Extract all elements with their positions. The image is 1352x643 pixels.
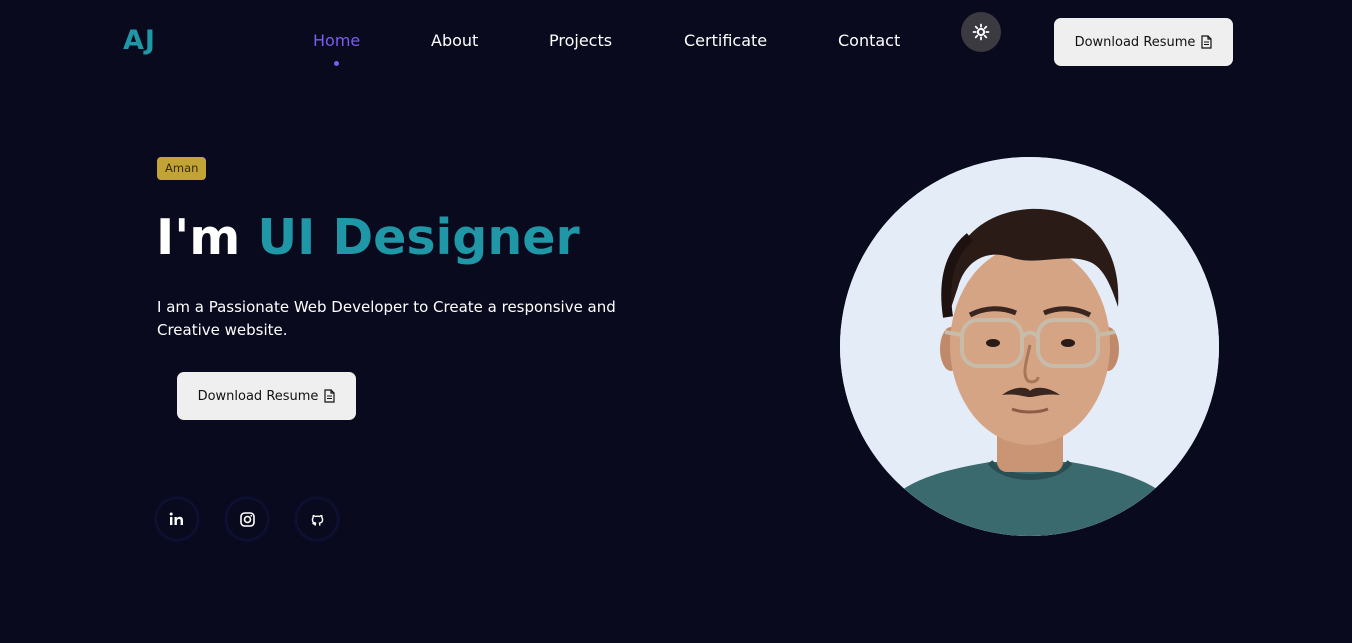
document-icon — [1201, 35, 1213, 49]
active-nav-indicator — [334, 61, 339, 66]
hero-intro-text: I am a Passionate Web Developer to Creat… — [157, 298, 616, 339]
hero-download-label: Download Resume — [197, 388, 319, 404]
github-link[interactable] — [297, 499, 337, 539]
hero-headline: I'm UI Designer — [156, 208, 580, 268]
header-download-label: Download Resume — [1074, 34, 1196, 50]
instagram-icon — [239, 511, 255, 527]
name-badge: Aman — [157, 157, 207, 180]
theme-toggle-button[interactable] — [961, 12, 1001, 52]
headline-prefix: I'm — [156, 209, 241, 266]
header-download-resume-button[interactable]: Download Resume — [1054, 18, 1233, 66]
github-icon — [311, 514, 323, 526]
instagram-link[interactable] — [227, 499, 267, 539]
hero-download-resume-button[interactable]: Download Resume — [177, 372, 356, 420]
portfolio-page: AJ Home About Projects Certificate Conta… — [0, 0, 1352, 643]
sun-icon — [972, 23, 990, 41]
profile-photo — [840, 157, 1219, 536]
nav-home[interactable]: Home — [313, 30, 360, 52]
linkedin-icon — [169, 512, 183, 525]
document-icon — [324, 389, 336, 403]
linkedin-link[interactable] — [157, 499, 197, 539]
nav-contact[interactable]: Contact — [838, 30, 900, 52]
nav-certificate[interactable]: Certificate — [684, 30, 767, 52]
nav-about[interactable]: About — [431, 30, 478, 52]
headline-role: UI Designer — [257, 209, 580, 266]
nav-projects[interactable]: Projects — [549, 30, 612, 52]
profile-illustration — [840, 157, 1219, 536]
